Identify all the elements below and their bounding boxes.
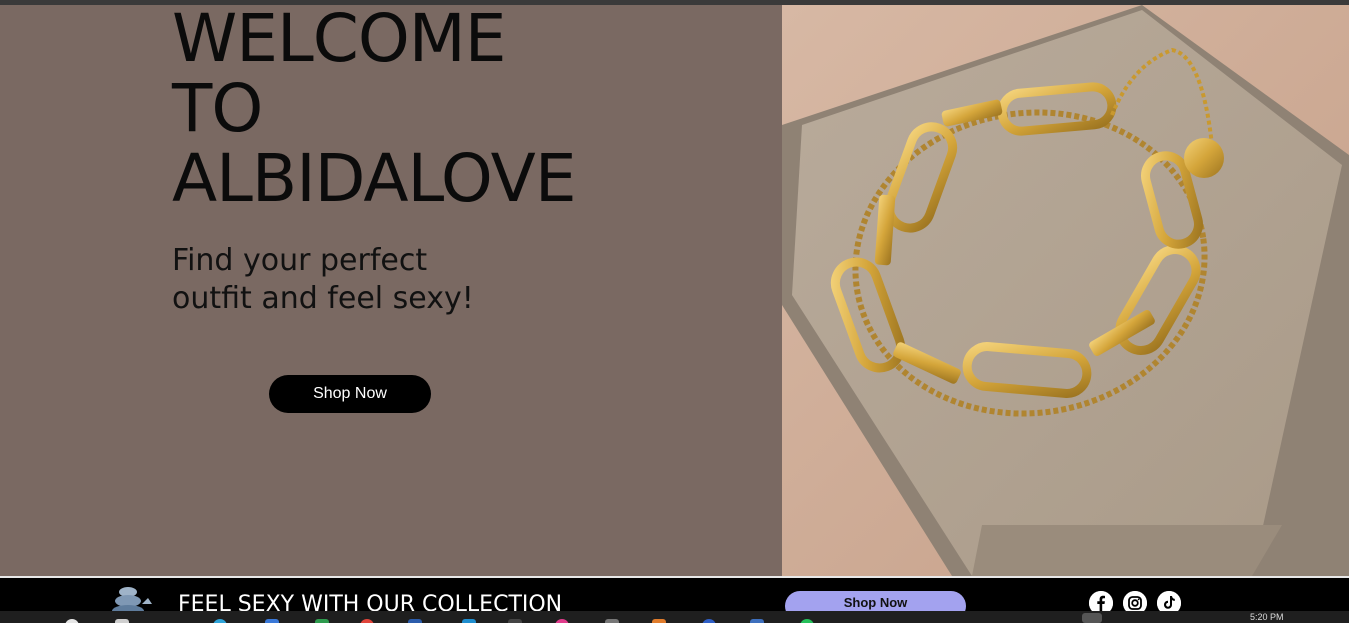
footer-bar: FEEL SEXY WITH OUR COLLECTION Shop Now <box>0 578 1349 611</box>
taskbar-clock[interactable]: 5:20 PM <box>1250 612 1284 622</box>
app-icon[interactable] <box>462 619 476 623</box>
hero-subtitle: Find your perfect outfit and feel sexy! <box>172 242 474 318</box>
facebook-icon[interactable] <box>1089 591 1113 611</box>
task-view-icon[interactable] <box>115 619 129 623</box>
app-icon[interactable] <box>652 619 666 623</box>
search-icon[interactable] <box>65 619 79 623</box>
chrome-browser-icon[interactable] <box>360 619 374 623</box>
word-app-icon[interactable] <box>408 619 422 623</box>
os-taskbar: 5:20 PM <box>0 611 1349 623</box>
hero-title-line: WELCOME <box>172 0 506 77</box>
whatsapp-icon[interactable] <box>800 619 814 623</box>
logo-icon <box>112 587 152 611</box>
app-icon[interactable] <box>555 619 569 623</box>
hero-subtitle-line: outfit and feel sexy! <box>172 281 474 316</box>
hero-shop-now-button[interactable]: Shop Now <box>269 375 431 413</box>
app-icon[interactable] <box>605 619 619 623</box>
file-explorer-icon[interactable] <box>265 619 279 623</box>
system-tray-item[interactable] <box>1082 613 1102 623</box>
edge-browser-icon[interactable] <box>213 619 227 623</box>
hero-subtitle-line: Find your perfect <box>172 243 428 278</box>
hero-bracelet-image <box>782 5 1349 576</box>
app-icon[interactable] <box>702 619 716 623</box>
app-icon[interactable] <box>508 619 522 623</box>
app-icon[interactable] <box>750 619 764 623</box>
footer-tagline: FEEL SEXY WITH OUR COLLECTION <box>178 592 563 611</box>
hero-title-line: TO <box>172 70 263 147</box>
hero-title: WELCOME TO ALBIDALOVE <box>172 0 577 217</box>
instagram-icon[interactable] <box>1123 591 1147 611</box>
tiktok-icon[interactable] <box>1157 591 1181 611</box>
spreadsheet-app-icon[interactable] <box>315 619 329 623</box>
footer-shop-now-button[interactable]: Shop Now <box>785 591 966 611</box>
hero-title-line: ALBIDALOVE <box>172 140 577 217</box>
